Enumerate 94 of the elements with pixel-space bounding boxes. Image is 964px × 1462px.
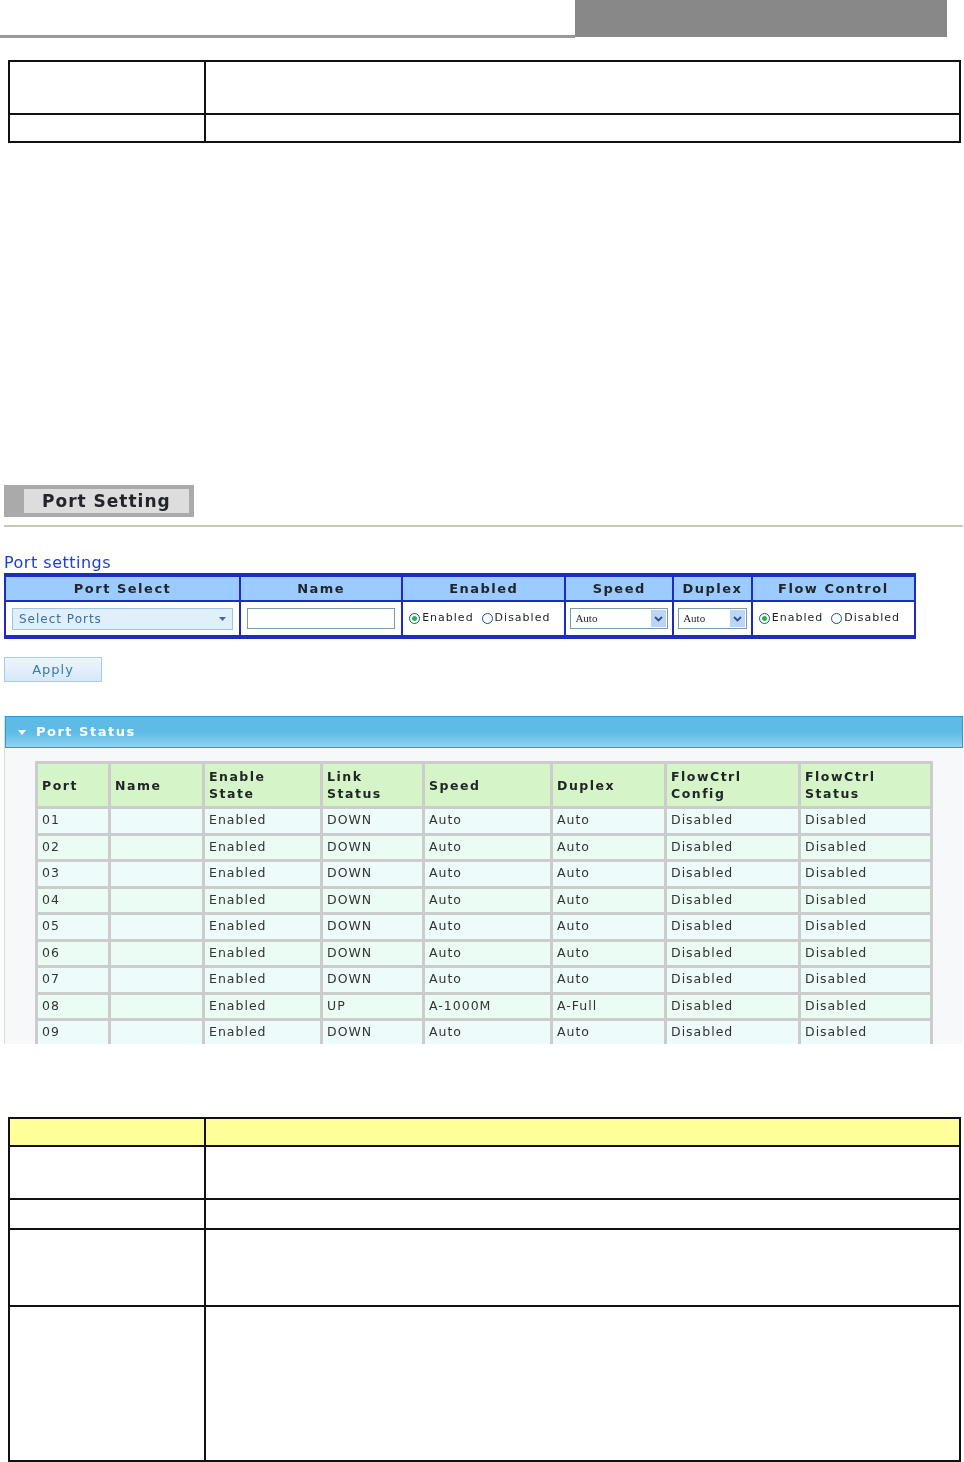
column-header: Duplex: [673, 575, 752, 601]
table-cell: DOWN: [321, 887, 424, 914]
table-cell: Enabled: [203, 966, 322, 993]
table-cell: Disabled: [799, 860, 932, 887]
table-cell: DOWN: [321, 860, 424, 887]
table-cell: Disabled: [799, 913, 932, 940]
table-cell: DOWN: [321, 807, 424, 834]
table-cell: Disabled: [665, 807, 800, 834]
column-header: Enabled: [402, 575, 566, 601]
table-cell: Enabled: [203, 1019, 322, 1044]
radio-label: Disabled: [494, 610, 551, 627]
column-header: Enable State: [203, 762, 322, 808]
table-cell: DOWN: [321, 1019, 424, 1044]
column-header: Name: [109, 762, 204, 808]
table-cell: 06: [36, 940, 110, 967]
table-cell: Auto: [423, 913, 552, 940]
table-cell: Disabled: [799, 966, 932, 993]
table-cell: 09: [36, 1019, 110, 1044]
table-cell: Disabled: [799, 1019, 932, 1044]
table-cell: Auto: [423, 940, 552, 967]
table-cell: DOWN: [321, 940, 424, 967]
table-cell: UP: [321, 993, 424, 1020]
column-header: Link Status: [321, 762, 424, 808]
column-header: Speed: [423, 762, 552, 808]
table-cell: Enabled: [203, 993, 322, 1020]
table-cell: Auto: [551, 1019, 666, 1044]
section-title: Port settings: [4, 553, 113, 573]
table-cell: Auto: [551, 807, 666, 834]
table-cell: Disabled: [665, 940, 800, 967]
column-header: Port: [36, 762, 110, 808]
table-cell: Auto: [551, 834, 666, 861]
panel-title: Port Status: [36, 723, 136, 742]
table-cell: Disabled: [799, 940, 932, 967]
table-cell: 08: [36, 993, 110, 1020]
column-header: Name: [240, 575, 403, 601]
dropdown[interactable]: Auto: [678, 608, 747, 629]
table-cell: Enabled: [203, 807, 322, 834]
table-cell: Auto: [551, 966, 666, 993]
column-header: Flow Control: [751, 575, 915, 601]
column-header: Duplex: [551, 762, 666, 808]
name-field[interactable]: [247, 608, 396, 629]
radio-button[interactable]: [409, 612, 421, 624]
column-header: Port Select: [5, 575, 241, 601]
dropdown[interactable]: Auto: [570, 608, 669, 629]
table-cell: DOWN: [321, 913, 424, 940]
table-cell: Disabled: [665, 913, 800, 940]
table-cell: DOWN: [321, 834, 424, 861]
table-cell: 07: [36, 966, 110, 993]
caret-icon: [219, 616, 227, 621]
radio-label: Disabled: [844, 610, 900, 627]
column-header: Speed: [565, 575, 674, 601]
table-cell: Disabled: [799, 834, 932, 861]
table-cell: Disabled: [665, 860, 800, 887]
table-cell: Enabled: [203, 834, 322, 861]
table-cell: 01: [36, 807, 110, 834]
radio-button[interactable]: [758, 612, 770, 624]
table-cell: Disabled: [665, 834, 800, 861]
table-cell: Disabled: [665, 1019, 800, 1044]
table-cell: Auto: [423, 860, 552, 887]
table-cell: 04: [36, 887, 110, 914]
table-cell: 05: [36, 913, 110, 940]
table-cell: Auto: [423, 966, 552, 993]
table-cell: Disabled: [665, 887, 800, 914]
table-cell: Auto: [423, 887, 552, 914]
table-cell: Disabled: [665, 993, 800, 1020]
column-header: FlowCtrl Status: [799, 762, 932, 808]
table-cell: Auto: [551, 913, 666, 940]
table-cell: Disabled: [799, 993, 932, 1020]
table-cell: Enabled: [203, 940, 322, 967]
radio-label: Enabled: [422, 610, 474, 627]
table-cell: Enabled: [203, 860, 322, 887]
table-cell: Auto: [423, 807, 552, 834]
table-cell: 02: [36, 834, 110, 861]
table-cell: Disabled: [799, 807, 932, 834]
port-select-dropdown[interactable]: Select Ports: [12, 607, 234, 630]
radio-button[interactable]: [481, 612, 493, 624]
column-header: FlowCtrl Config: [665, 762, 800, 808]
table-cell: Auto: [551, 940, 666, 967]
table-cell: A-Full: [551, 993, 666, 1020]
radio-button[interactable]: [831, 612, 843, 624]
table-cell: DOWN: [321, 966, 424, 993]
page-title: Port Setting: [24, 489, 189, 513]
apply-button[interactable]: Apply: [4, 657, 102, 682]
table-cell: Auto: [551, 860, 666, 887]
table-cell: Enabled: [203, 913, 322, 940]
table-cell: A-1000M: [423, 993, 552, 1020]
table-cell: Auto: [423, 1019, 552, 1044]
radio-label: Enabled: [771, 610, 824, 627]
table-cell: 03: [36, 860, 110, 887]
table-cell: Auto: [551, 887, 666, 914]
table-cell: Auto: [423, 834, 552, 861]
table-cell: Disabled: [799, 887, 932, 914]
table-cell: Disabled: [665, 966, 800, 993]
table-cell: Enabled: [203, 887, 322, 914]
